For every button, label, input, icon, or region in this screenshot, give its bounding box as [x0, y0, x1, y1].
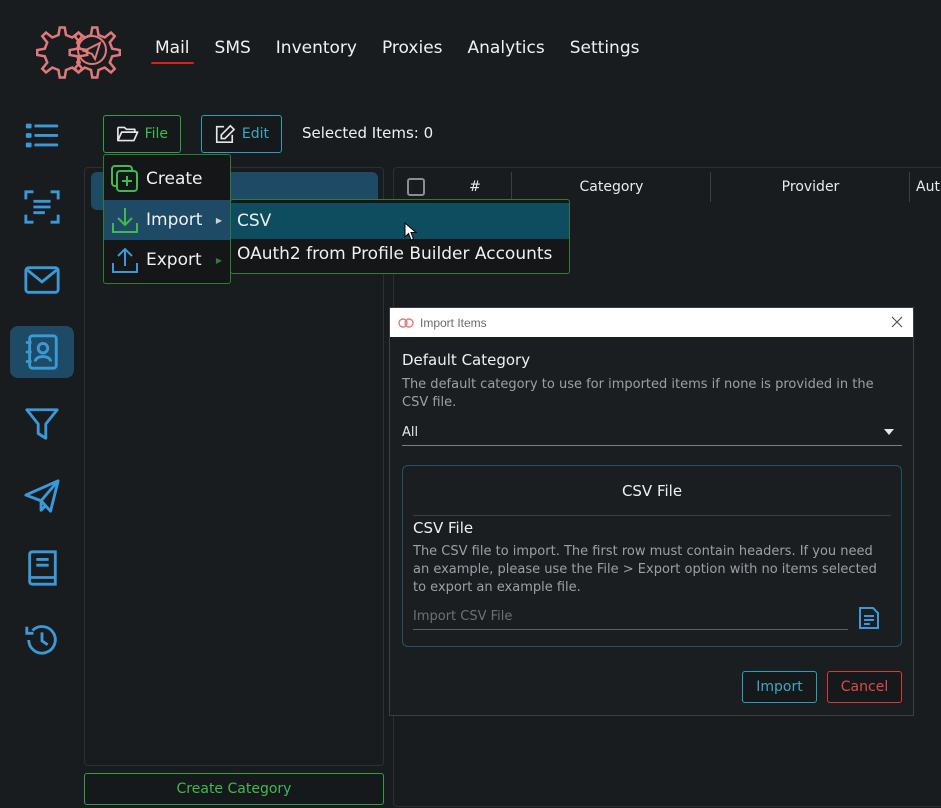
- list-icon: [25, 123, 59, 148]
- csv-file-label: CSV File: [413, 519, 474, 537]
- dialog-titlebar: Import Items: [390, 308, 913, 337]
- menu-item-import[interactable]: Import ▶: [104, 200, 230, 240]
- filter-icon: [25, 408, 59, 440]
- csv-card-title: CSV File: [621, 482, 683, 500]
- edit-icon: [215, 124, 236, 144]
- import-button[interactable]: Import: [742, 671, 817, 703]
- top-nav: Mail SMS Inventory Proxies Analytics Set…: [151, 38, 664, 64]
- nav-proxies[interactable]: Proxies: [382, 38, 443, 64]
- folder-open-icon: [117, 126, 139, 142]
- rail-contacts[interactable]: [10, 326, 74, 378]
- default-category-select[interactable]: All: [402, 420, 902, 446]
- rail-scan[interactable]: [10, 181, 74, 233]
- scan-text-icon: [24, 190, 60, 224]
- contacts-book-icon: [25, 334, 58, 370]
- submenu-arrow-icon: ▶: [215, 215, 222, 225]
- nav-mail[interactable]: Mail: [151, 38, 194, 64]
- download-icon: [112, 208, 138, 233]
- send-icon: [24, 479, 60, 513]
- close-icon[interactable]: [889, 314, 905, 330]
- import-items-dialog: Import Items Default Category The defaul…: [389, 307, 914, 716]
- menu-item-export-label: Export: [146, 250, 202, 270]
- file-button[interactable]: File: [103, 115, 181, 153]
- nav-sms[interactable]: SMS: [215, 38, 251, 64]
- nav-analytics[interactable]: Analytics: [468, 38, 545, 64]
- default-category-value: All: [402, 425, 419, 440]
- rail-send[interactable]: [10, 470, 74, 522]
- history-icon: [25, 625, 57, 655]
- csv-file-card: CSV File CSV File The CSV file to import…: [402, 465, 902, 647]
- rail-book[interactable]: [10, 542, 74, 594]
- submenu-item-csv[interactable]: CSV: [231, 203, 569, 239]
- selected-items-count: Selected Items: 0: [302, 124, 434, 142]
- menu-item-import-label: Import: [146, 210, 203, 230]
- column-header-auth[interactable]: Auth: [910, 168, 941, 206]
- app-logo-icon: [398, 317, 414, 328]
- file-menu: Create Import ▶ Export ▶: [103, 154, 231, 284]
- create-category-button[interactable]: Create Category: [84, 773, 384, 805]
- mouse-cursor-icon: [404, 222, 418, 241]
- app-logo: [24, 14, 128, 84]
- rail-history[interactable]: [10, 614, 74, 666]
- rail-filter[interactable]: [10, 398, 74, 450]
- book-icon: [28, 550, 57, 586]
- submenu-item-oauth2[interactable]: OAuth2 from Profile Builder Accounts: [231, 236, 569, 272]
- edit-button[interactable]: Edit: [201, 115, 282, 153]
- mail-icon: [24, 266, 60, 294]
- file-document-icon[interactable]: [857, 606, 881, 630]
- caret-down-icon: [884, 429, 894, 435]
- rail-list[interactable]: [10, 109, 74, 161]
- menu-item-export[interactable]: Export ▶: [104, 240, 230, 280]
- csv-file-description: The CSV file to import. The first row mu…: [413, 544, 877, 595]
- nav-settings[interactable]: Settings: [570, 38, 640, 64]
- file-button-label: File: [144, 126, 168, 142]
- edit-button-label: Edit: [241, 126, 269, 142]
- add-box-icon: [111, 165, 138, 192]
- menu-item-create-label: Create: [146, 169, 203, 189]
- select-all-checkbox[interactable]: [407, 178, 425, 196]
- cancel-button[interactable]: Cancel: [827, 671, 902, 703]
- upload-icon: [112, 247, 138, 273]
- csv-file-input[interactable]: Import CSV File: [413, 604, 848, 630]
- dialog-title: Import Items: [420, 315, 487, 330]
- menu-item-create[interactable]: Create: [104, 159, 230, 199]
- rail-mail[interactable]: [10, 254, 74, 306]
- nav-inventory[interactable]: Inventory: [276, 38, 357, 64]
- divider: [413, 515, 891, 516]
- column-header-provider[interactable]: Provider: [711, 168, 910, 206]
- default-category-description: The default category to use for imported…: [402, 377, 874, 410]
- submenu-arrow-icon: ▶: [215, 255, 222, 265]
- default-category-label: Default Category: [402, 351, 531, 369]
- import-submenu: CSV OAuth2 from Profile Builder Accounts: [230, 199, 570, 274]
